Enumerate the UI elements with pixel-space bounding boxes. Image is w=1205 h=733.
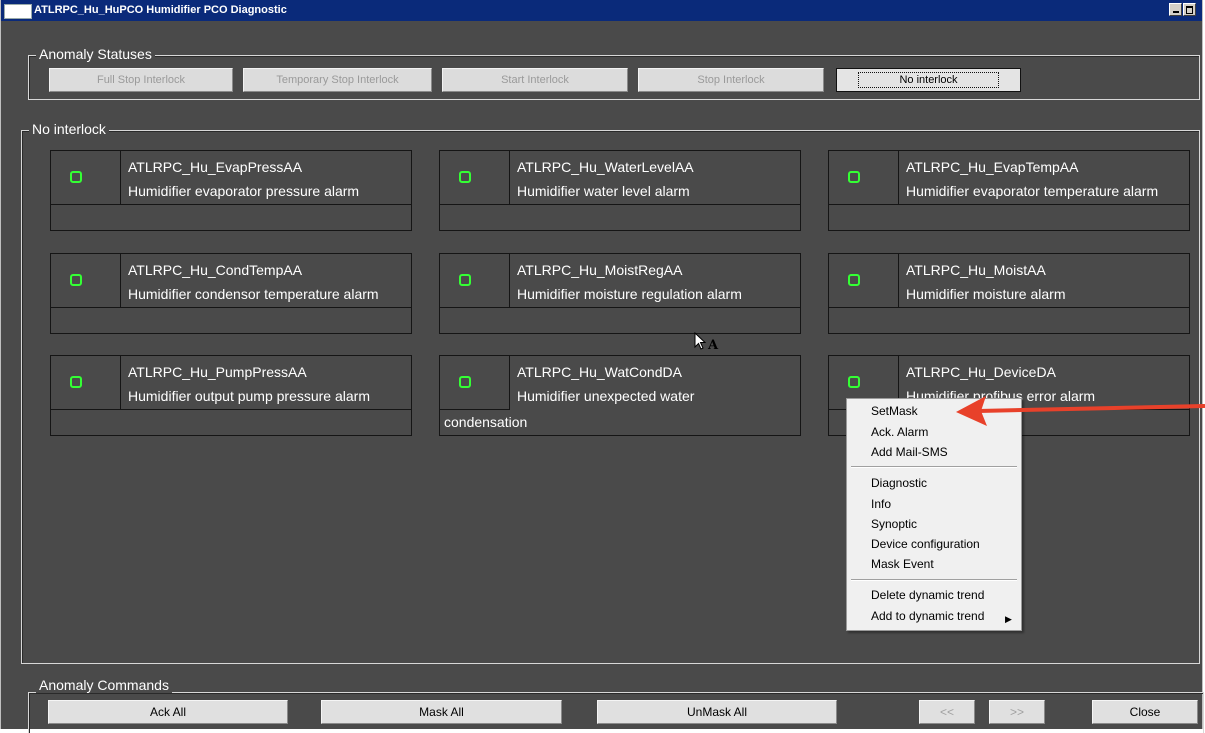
menu-item-info[interactable]: Info: [871, 497, 891, 511]
next-page-button[interactable]: >>: [989, 700, 1045, 724]
alarm-name: ATLRPC_Hu_EvapTempAA: [906, 159, 1079, 175]
mask-all-button[interactable]: Mask All: [321, 700, 562, 724]
context-menu: SetMask Ack. Alarm Add Mail-SMS Diagnost…: [846, 398, 1022, 631]
status-ok-icon: [70, 171, 82, 183]
status-ok-icon: [70, 274, 82, 286]
divider: [829, 204, 1189, 205]
alarm-card-waterlevel[interactable]: ATLRPC_Hu_WaterLevelAA Humidifier water …: [439, 150, 801, 231]
menu-item-delete-dynamic-trend[interactable]: Delete dynamic trend: [871, 588, 984, 602]
no-interlock-button[interactable]: No interlock: [836, 68, 1021, 92]
close-button[interactable]: Close: [1092, 700, 1198, 724]
alarm-card-evappress[interactable]: ATLRPC_Hu_EvapPressAA Humidifier evapora…: [50, 150, 412, 231]
alarm-name: ATLRPC_Hu_WaterLevelAA: [517, 159, 694, 175]
divider: [829, 307, 1189, 308]
divider: [440, 204, 800, 205]
alarm-name: ATLRPC_Hu_EvapPressAA: [128, 159, 303, 175]
alarm-card-watcond[interactable]: ATLRPC_Hu_WatCondDA Humidifier unexpecte…: [439, 355, 801, 436]
menu-item-synoptic[interactable]: Synoptic: [871, 517, 917, 531]
minimize-icon[interactable]: [1169, 3, 1182, 16]
temporary-stop-interlock-button[interactable]: Temporary Stop Interlock: [243, 68, 432, 92]
stop-interlock-button[interactable]: Stop Interlock: [638, 68, 824, 92]
alarm-description: Humidifier output pump pressure alarm: [128, 388, 370, 404]
alarm-card-condtemp[interactable]: ATLRPC_Hu_CondTempAA Humidifier condenso…: [50, 253, 412, 334]
divider: [51, 409, 411, 410]
divider: [440, 307, 800, 308]
ack-all-button[interactable]: Ack All: [48, 700, 288, 724]
status-ok-icon: [459, 171, 471, 183]
alarm-name: ATLRPC_Hu_PumpPressAA: [128, 364, 307, 380]
divider: [51, 307, 411, 308]
alarm-status-box: [440, 356, 510, 410]
window-icon[interactable]: [4, 4, 32, 19]
diagnostic-window: ATLRPC_Hu_HuPCO Humidifier PCO Diagnosti…: [0, 0, 1204, 733]
alarm-description: Humidifier evaporator pressure alarm: [128, 183, 360, 199]
window-title: ATLRPC_Hu_HuPCO Humidifier PCO Diagnosti…: [34, 4, 287, 16]
no-interlock-label: No interlock: [29, 121, 109, 137]
alarm-name: ATLRPC_Hu_WatCondDA: [517, 364, 682, 380]
submenu-arrow-icon: ▶: [1005, 614, 1012, 624]
alarm-description: Humidifier unexpected water: [517, 388, 695, 404]
status-ok-icon: [70, 376, 82, 388]
alarm-status-box: [51, 151, 121, 205]
alarm-description: Humidifier condensor temperature alarm: [128, 286, 379, 302]
alarm-name: ATLRPC_Hu_CondTempAA: [128, 262, 303, 278]
menu-item-mask-event[interactable]: Mask Event: [871, 557, 934, 571]
status-ok-icon: [848, 274, 860, 286]
menu-item-device-configuration[interactable]: Device configuration: [871, 537, 980, 551]
alarm-card-evaptemp[interactable]: ATLRPC_Hu_EvapTempAA Humidifier evaporat…: [828, 150, 1190, 231]
menu-item-ack-alarm[interactable]: Ack. Alarm: [871, 425, 928, 439]
status-ok-icon: [848, 376, 860, 388]
alarm-description: Humidifier moisture regulation alarm: [517, 286, 742, 302]
menu-item-setmask[interactable]: SetMask: [871, 404, 918, 418]
alarm-card-moist[interactable]: ATLRPC_Hu_MoistAA Humidifier moisture al…: [828, 253, 1190, 334]
maximize-icon[interactable]: [1183, 3, 1196, 16]
alarm-status-box: [829, 151, 899, 205]
anomaly-commands-label: Anomaly Commands: [36, 677, 172, 693]
menu-item-diagnostic[interactable]: Diagnostic: [871, 476, 927, 490]
alarm-description: Humidifier evaporator temperature alarm: [906, 183, 1159, 199]
red-arrow-icon: [956, 396, 1205, 426]
alarm-status-box: [440, 151, 510, 205]
status-ok-icon: [848, 171, 860, 183]
alarm-status-box: [51, 356, 121, 410]
alarm-description: Humidifier moisture alarm: [906, 286, 1066, 302]
alarm-description-continued: condensation: [444, 414, 528, 430]
anomaly-statuses-label: Anomaly Statuses: [36, 46, 155, 62]
status-ok-icon: [459, 274, 471, 286]
menu-separator: [851, 579, 1017, 581]
alarm-name: ATLRPC_Hu_DeviceDA: [906, 364, 1056, 380]
menu-item-add-mail-sms[interactable]: Add Mail-SMS: [871, 445, 948, 459]
full-stop-interlock-button[interactable]: Full Stop Interlock: [49, 68, 233, 92]
alarm-card-moistreg[interactable]: ATLRPC_Hu_MoistRegAA Humidifier moisture…: [439, 253, 801, 334]
alarm-description: Humidifier water level alarm: [517, 183, 690, 199]
cursor-label: A: [708, 338, 719, 353]
mouse-cursor-icon: [694, 332, 707, 350]
menu-item-add-to-dynamic-trend[interactable]: Add to dynamic trend: [871, 609, 984, 623]
alarm-status-box: [829, 254, 899, 308]
menu-separator: [851, 466, 1017, 468]
unmask-all-button[interactable]: UnMask All: [597, 700, 837, 724]
alarm-name: ATLRPC_Hu_MoistAA: [906, 262, 1046, 278]
alarm-status-box: [51, 254, 121, 308]
divider: [51, 204, 411, 205]
start-interlock-button[interactable]: Start Interlock: [442, 68, 628, 92]
alarm-card-pumppress[interactable]: ATLRPC_Hu_PumpPressAA Humidifier output …: [50, 355, 412, 436]
alarm-status-box: [440, 254, 510, 308]
previous-page-button[interactable]: <<: [919, 700, 975, 724]
alarm-name: ATLRPC_Hu_MoistRegAA: [517, 262, 683, 278]
title-bar[interactable]: ATLRPC_Hu_HuPCO Humidifier PCO Diagnosti…: [1, 0, 1202, 21]
status-ok-icon: [459, 376, 471, 388]
